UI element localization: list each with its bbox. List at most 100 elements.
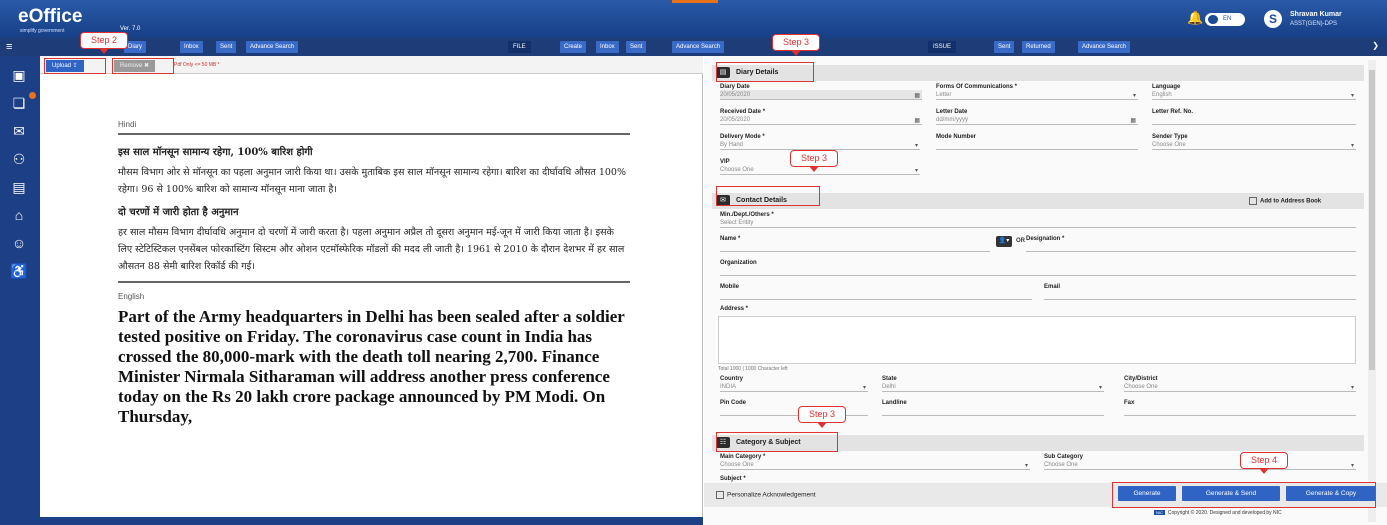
state-select[interactable]: State Delhi ▾ bbox=[882, 376, 1104, 392]
organization-input[interactable] bbox=[720, 266, 1356, 276]
users-icon[interactable]: ☺ bbox=[10, 234, 28, 252]
contact-picker-icon[interactable]: 👤▾ bbox=[996, 236, 1012, 247]
accessibility-icon[interactable]: ♿ bbox=[10, 262, 28, 280]
main-category-select[interactable]: Main Category * Choose One ▾ bbox=[720, 454, 1030, 470]
country-value[interactable]: INDIA bbox=[720, 382, 868, 392]
delivery-mode-select[interactable]: Delivery Mode * By Hand ▾ bbox=[720, 134, 920, 150]
sender-type-select[interactable]: Sender Type Choose One ▾ bbox=[1152, 134, 1356, 150]
mobile-input[interactable] bbox=[720, 290, 1032, 300]
chevron-down-icon: ▾ bbox=[914, 143, 918, 149]
nav-file-create[interactable]: Create bbox=[560, 41, 587, 53]
notification-bell-icon[interactable]: 🔔 bbox=[1187, 11, 1203, 25]
logo-tagline: simplify government bbox=[20, 28, 65, 34]
name-input[interactable] bbox=[720, 242, 990, 252]
collaboration-icon[interactable]: ⚇ bbox=[10, 150, 28, 168]
language-value[interactable]: English bbox=[1152, 90, 1356, 100]
step-4-callout: Step 4 bbox=[1240, 452, 1288, 474]
subject-label: Subject * bbox=[720, 476, 746, 482]
top-header: eOffice simplify government Ver. 7.0 🔔 E… bbox=[0, 0, 1387, 38]
mobile-field[interactable]: Mobile bbox=[720, 284, 1032, 300]
chevron-down-icon: ▾ bbox=[914, 168, 918, 174]
ministry-select[interactable]: Min./Dept./Others * Select Entity bbox=[720, 212, 1356, 228]
main-category-value[interactable]: Choose One bbox=[720, 460, 1030, 470]
forms-comm-value[interactable]: Letter bbox=[936, 90, 1138, 100]
name-field[interactable]: Name * bbox=[720, 236, 990, 252]
state-value[interactable]: Delhi bbox=[882, 382, 1104, 392]
address-char-counter: Total 1000 | 1000 Character left bbox=[718, 366, 788, 372]
nav-file-sent[interactable]: Sent bbox=[626, 41, 647, 53]
document-viewer: Upload ⇪ Remove ✖ Pdf Only <= 50 MB * Hi… bbox=[40, 56, 703, 518]
address-textarea[interactable] bbox=[718, 316, 1356, 364]
designation-field[interactable]: Designation * bbox=[1026, 236, 1356, 252]
nav-receipt-inbox[interactable]: Inbox bbox=[180, 41, 203, 53]
email-field[interactable]: Email bbox=[1044, 284, 1356, 300]
delivery-mode-value[interactable]: By Hand bbox=[720, 140, 920, 150]
sub-category-value[interactable]: Choose One bbox=[1044, 460, 1356, 470]
sub-category-select[interactable]: Sub Category Choose One ▾ bbox=[1044, 454, 1356, 470]
email-input[interactable] bbox=[1044, 290, 1356, 300]
viewer-bottom-scrollbar[interactable] bbox=[40, 517, 703, 525]
nav-issue-returned[interactable]: Returned bbox=[1022, 41, 1055, 53]
fax-input[interactable] bbox=[1124, 406, 1356, 416]
letter-ref-input[interactable] bbox=[1152, 115, 1356, 125]
mail-icon[interactable]: ✉ bbox=[10, 122, 28, 140]
calendar-icon[interactable]: ▦ bbox=[914, 117, 920, 124]
dashboard-icon[interactable]: ▣ bbox=[10, 66, 28, 84]
divider bbox=[118, 133, 630, 135]
nav-file-advance-search[interactable]: Advance Search bbox=[672, 41, 725, 53]
nav-expand-icon[interactable]: ❯ bbox=[1372, 41, 1379, 50]
nav-receipt-sent[interactable]: Sent bbox=[216, 41, 237, 53]
designation-input[interactable] bbox=[1026, 242, 1356, 252]
letter-ref-field[interactable]: Letter Ref. No. bbox=[1152, 109, 1356, 125]
mode-number-field[interactable]: Mode Number bbox=[936, 134, 1138, 150]
received-date-value[interactable]: 20/05/2020 bbox=[720, 115, 922, 125]
nav-file-label: FILE bbox=[508, 41, 531, 53]
fax-field[interactable]: Fax bbox=[1124, 400, 1356, 416]
diary-date-field: Diary Date 20/05/2020 ▦ bbox=[720, 84, 922, 100]
left-icon-rail: ▣ ❏ ✉ ⚇ ▤ ⌂ ☺ ♿ bbox=[0, 56, 40, 525]
copyright-footer: Copyright © 2020. Designed and developed… bbox=[1154, 510, 1282, 516]
document-content: Hindi इस साल मॉनसून सामान्य रहेगा, 100% … bbox=[118, 120, 630, 427]
language-select[interactable]: Language English ▾ bbox=[1152, 84, 1356, 100]
mode-number-input[interactable] bbox=[936, 140, 1138, 150]
menu-hamburger-icon[interactable]: ≡ bbox=[6, 41, 12, 53]
add-to-address-book-checkbox[interactable]: Add to Address Book bbox=[1249, 197, 1321, 205]
nav-receipt-advance-search[interactable]: Advance Search bbox=[246, 41, 299, 53]
letter-date-value[interactable]: dd/mm/yyyy bbox=[936, 115, 1138, 125]
city-select[interactable]: City/District Choose One ▾ bbox=[1124, 376, 1356, 392]
city-value[interactable]: Choose One bbox=[1124, 382, 1356, 392]
category-subject-highlight bbox=[716, 432, 838, 452]
ministry-value[interactable]: Select Entity bbox=[720, 218, 1356, 228]
nav-issue-advance-search[interactable]: Advance Search bbox=[1078, 41, 1131, 53]
file-size-hint: Pdf Only <= 50 MB * bbox=[174, 62, 220, 68]
form-scroll-thumb[interactable] bbox=[1369, 70, 1375, 370]
hindi-subheading: दो चरणों में जारी होता है अनुमान bbox=[118, 207, 239, 218]
forms-of-communication-select[interactable]: Forms Of Communications * Letter ▾ bbox=[936, 84, 1138, 100]
landline-input[interactable] bbox=[882, 406, 1104, 416]
nav-issue-sent[interactable]: Sent bbox=[994, 41, 1015, 53]
app-logo[interactable]: eOffice bbox=[18, 6, 82, 28]
organization-field[interactable]: Organization bbox=[720, 260, 1356, 276]
nav-file-inbox[interactable]: Inbox bbox=[596, 41, 619, 53]
calendar-icon[interactable]: ▤ bbox=[10, 178, 28, 196]
user-avatar[interactable]: S bbox=[1264, 10, 1282, 28]
chevron-down-icon: ▾ bbox=[1350, 385, 1354, 391]
language-toggle[interactable]: EN bbox=[1205, 13, 1245, 26]
personalize-ack-checkbox[interactable]: Personalize Acknowledgement bbox=[716, 491, 816, 499]
chevron-down-icon: ▾ bbox=[1098, 385, 1102, 391]
letter-date-field[interactable]: Letter Date dd/mm/yyyy ▦ bbox=[936, 109, 1138, 125]
calendar-icon[interactable]: ▦ bbox=[1130, 117, 1136, 124]
received-date-field[interactable]: Received Date * 20/05/2020 ▦ bbox=[720, 109, 922, 125]
hindi-headline: इस साल मॉनसून सामान्य रहेगा, 100% बारिश … bbox=[118, 147, 313, 158]
files-icon[interactable]: ❏ bbox=[10, 94, 28, 112]
home-icon[interactable]: ⌂ bbox=[10, 206, 28, 224]
user-name[interactable]: Shravan Kumar bbox=[1290, 11, 1342, 18]
chevron-down-icon: ▾ bbox=[1350, 93, 1354, 99]
or-label: OR bbox=[1016, 238, 1025, 244]
user-designation: ASST(GEN)-DPS bbox=[1290, 21, 1338, 27]
sender-type-value[interactable]: Choose One bbox=[1152, 140, 1356, 150]
landline-field[interactable]: Landline bbox=[882, 400, 1104, 416]
chevron-down-icon: ▾ bbox=[862, 385, 866, 391]
country-select[interactable]: Country INDIA ▾ bbox=[720, 376, 868, 392]
hindi-paragraph-1: मौसम विभाग ओर से मॉनसून का पहला अनुमान ज… bbox=[118, 167, 626, 195]
